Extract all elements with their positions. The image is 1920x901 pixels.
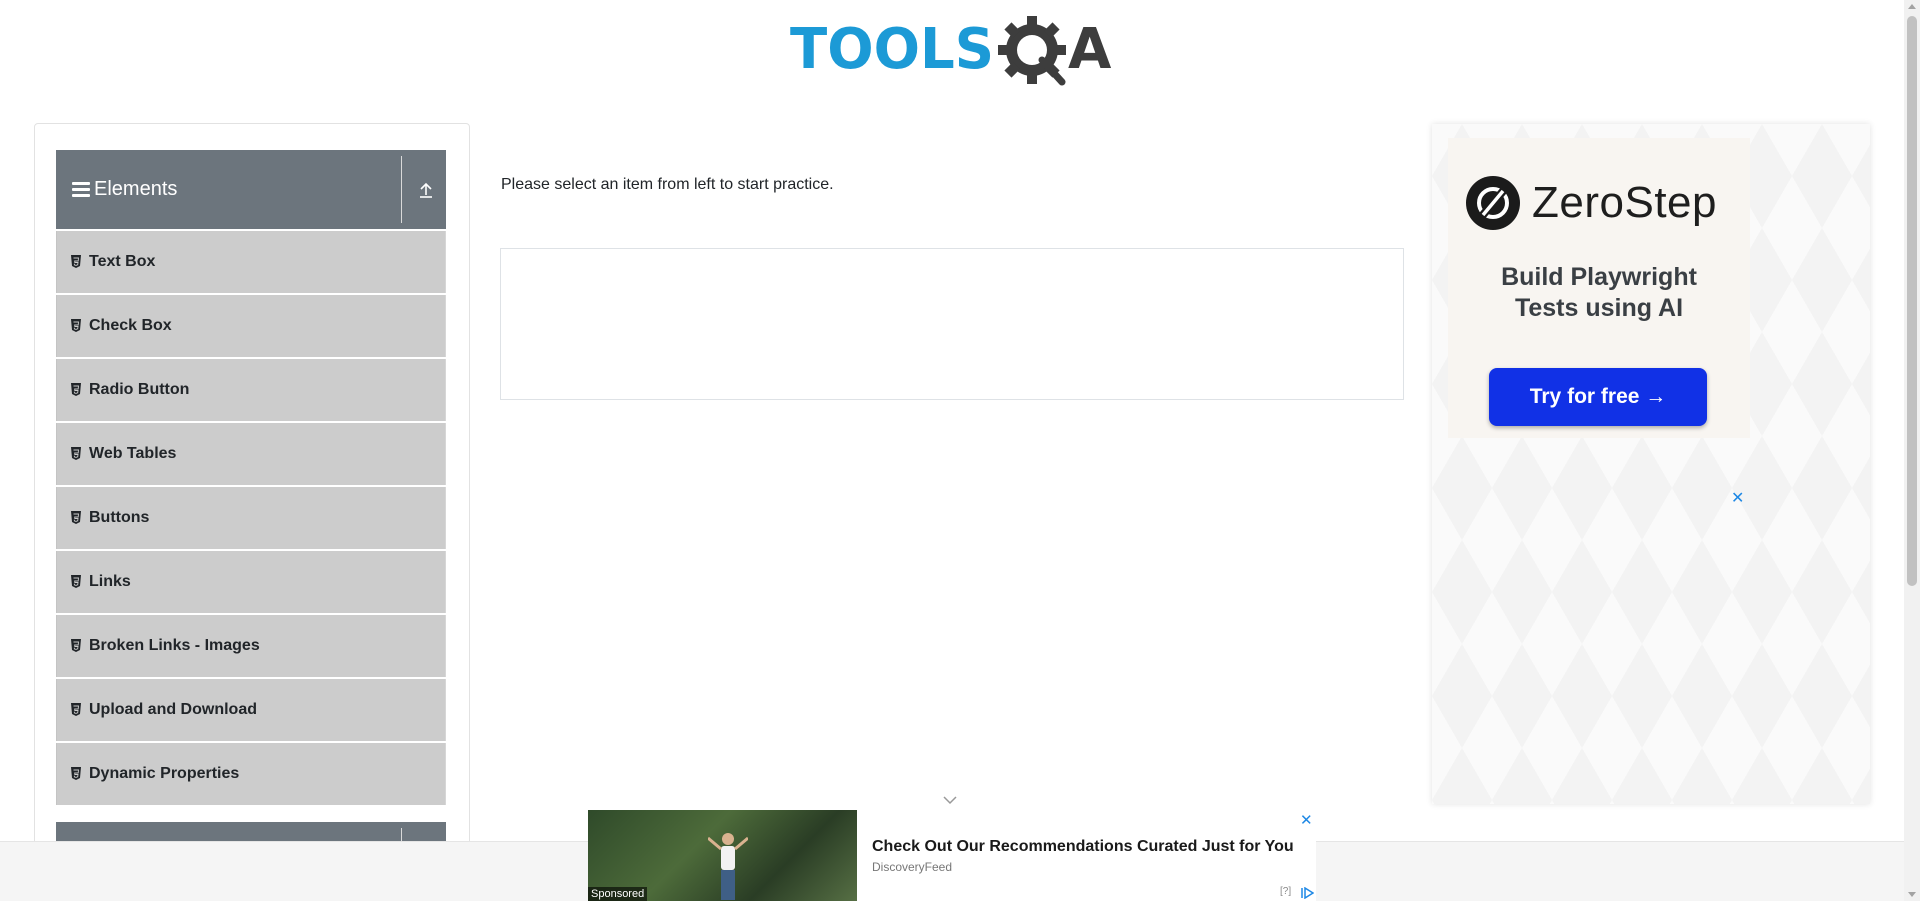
sidebar-item-label: Text Box: [89, 253, 156, 270]
sponsored-label: Sponsored: [588, 887, 648, 901]
try-for-free-button[interactable]: Try for free →: [1489, 368, 1707, 426]
sidebar-item-label: Links: [89, 573, 131, 590]
sidebar-item-links[interactable]: Links: [56, 551, 446, 613]
ad-info-link[interactable]: [?]: [1280, 886, 1291, 897]
scroll-thumb[interactable]: [1907, 16, 1917, 586]
logo-tools-text: TOOLS: [790, 17, 994, 82]
group-header-elements[interactable]: Elements: [56, 150, 446, 229]
html5-icon: [71, 319, 81, 332]
sidebar-item-dynamic-properties[interactable]: Dynamic Properties: [56, 743, 446, 805]
ad-source: DiscoveryFeed: [872, 860, 953, 874]
html5-icon: [71, 703, 81, 716]
sidebar-item-label: Buttons: [89, 509, 150, 526]
group-title: Elements: [94, 178, 178, 200]
ad-card[interactable]: ZeroStep Build Playwright Tests using AI…: [1448, 138, 1750, 438]
sidebar-item-label: Radio Button: [89, 381, 190, 398]
ad-image[interactable]: Sponsored: [588, 810, 857, 901]
adchoices-icon[interactable]: [1300, 887, 1314, 899]
logo-a-text: A: [1068, 17, 1112, 82]
zerostep-brand-name: ZeroStep: [1532, 178, 1717, 227]
sidebar-item-buttons[interactable]: Buttons: [56, 487, 446, 549]
sidebar-item-web-tables[interactable]: Web Tables: [56, 423, 446, 485]
ad-banner-bottom[interactable]: Sponsored Check Out Our Recommendations …: [588, 810, 1316, 901]
html5-icon: [71, 383, 81, 396]
sidebar-card: Elements Text Box Check Box Radio Button…: [34, 123, 470, 863]
ad-headline[interactable]: Check Out Our Recommendations Curated Ju…: [872, 838, 1294, 856]
toolsqa-logo[interactable]: TOOLS A: [790, 14, 1116, 90]
ad-close-icon[interactable]: ✕: [1300, 811, 1313, 829]
person-image: [708, 833, 748, 900]
ad-tagline-line1: Build Playwright: [1501, 263, 1697, 291]
sidebar-item-broken-links[interactable]: Broken Links - Images: [56, 615, 446, 677]
sidebar-item-label: Check Box: [89, 317, 172, 334]
sidebar-item-check-box[interactable]: Check Box: [56, 295, 446, 357]
scroll-down-icon[interactable]: [1908, 892, 1916, 897]
html5-icon: [71, 447, 81, 460]
content-box: [500, 248, 1404, 400]
sidebar-item-label: Web Tables: [89, 445, 177, 462]
sidebar-item-text-box[interactable]: Text Box: [56, 231, 446, 293]
sidebar-item-label: Broken Links - Images: [89, 637, 260, 654]
chevron-down-icon[interactable]: [943, 795, 957, 805]
ad-tagline: Build Playwright Tests using AI: [1448, 262, 1750, 324]
sidebar-item-radio-button[interactable]: Radio Button: [56, 359, 446, 421]
gear-magnifier-icon: [998, 16, 1066, 86]
ad-tagline-line2: Tests using AI: [1514, 294, 1684, 322]
collapse-icon[interactable]: [416, 180, 436, 200]
header-divider: [401, 156, 402, 223]
instruction-text: Please select an item from left to start…: [501, 176, 834, 193]
html5-icon: [71, 575, 81, 588]
html5-icon: [71, 255, 81, 268]
sidebar-item-label: Dynamic Properties: [89, 765, 240, 782]
hamburger-icon: [72, 182, 90, 197]
html5-icon: [71, 511, 81, 524]
zerostep-brand: ZeroStep: [1466, 176, 1717, 230]
sidebar-menu: Text Box Check Box Radio Button Web Tabl…: [56, 231, 446, 807]
html5-icon: [71, 767, 81, 780]
scrollbar[interactable]: [1904, 0, 1920, 901]
ad-close-icon[interactable]: ✕: [1731, 488, 1744, 508]
scroll-up-icon[interactable]: [1908, 4, 1916, 9]
sidebar-item-label: Upload and Download: [89, 701, 257, 718]
ad-banner-right[interactable]: ZeroStep Build Playwright Tests using AI…: [1432, 124, 1870, 804]
zerostep-logo-icon: [1466, 176, 1520, 230]
html5-icon: [71, 639, 81, 652]
sidebar-item-upload-download[interactable]: Upload and Download: [56, 679, 446, 741]
